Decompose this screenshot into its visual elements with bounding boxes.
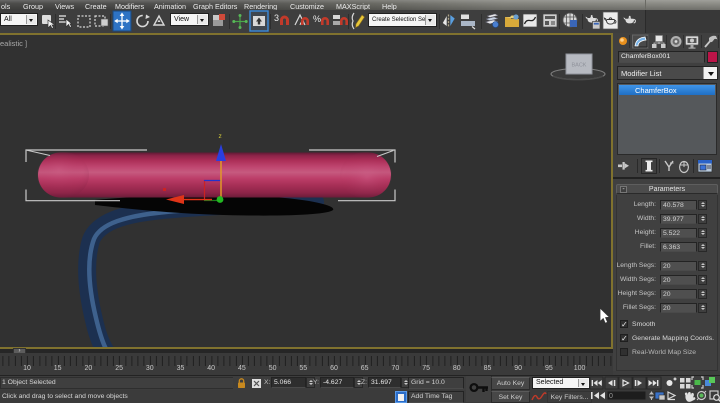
- svg-text:z: z: [219, 133, 222, 140]
- svg-text:3: 3: [274, 13, 279, 23]
- svg-text:%: %: [313, 14, 321, 24]
- svg-text:BACK: BACK: [572, 63, 587, 69]
- svg-text:0: 0: [609, 393, 613, 400]
